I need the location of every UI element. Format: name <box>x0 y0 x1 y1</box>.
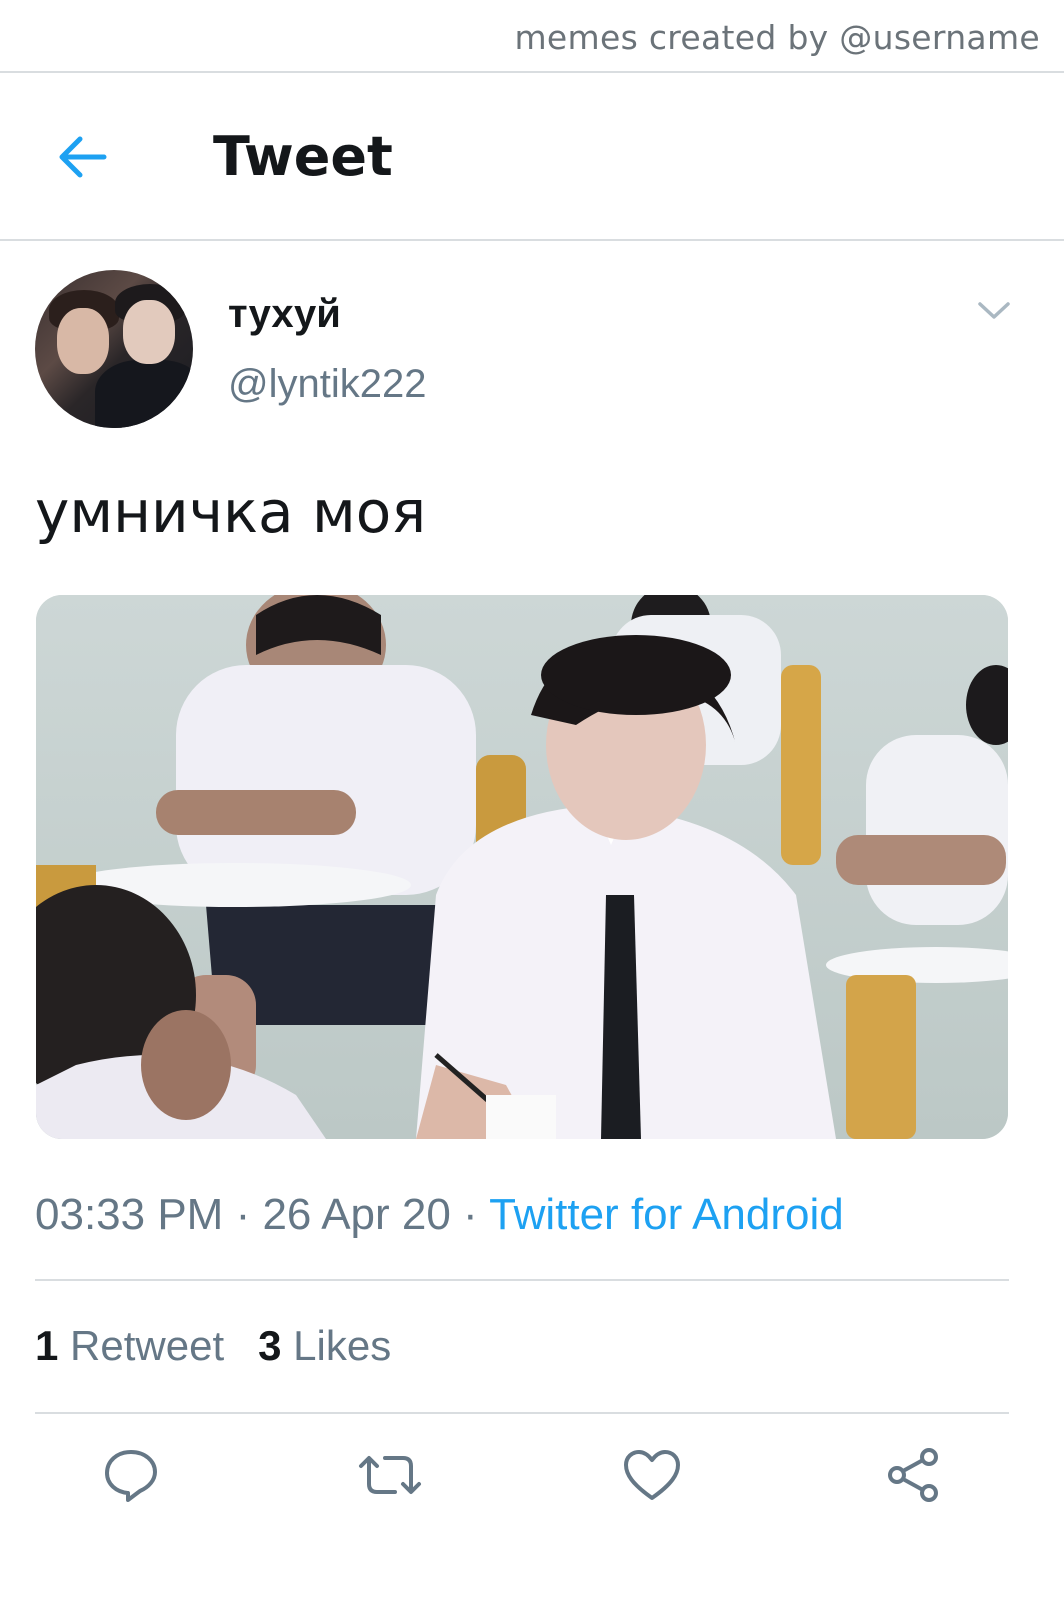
share-button[interactable] <box>878 1440 948 1510</box>
likes-label: Likes <box>293 1322 392 1369</box>
chevron-down-icon <box>978 302 1010 319</box>
likes-count: 3 <box>258 1322 282 1369</box>
tweet-meta: 03:33 PM · 26 Apr 20 · Twitter for Andro… <box>35 1190 844 1240</box>
watermark-bar: memes created by @username <box>0 0 1064 73</box>
heart-icon <box>624 1450 680 1500</box>
divider <box>35 1412 1009 1414</box>
tweet-action-bar <box>0 1440 1064 1520</box>
retweets-stat[interactable]: 1 Retweet <box>35 1322 224 1369</box>
tweet-options-button[interactable] <box>974 296 1014 326</box>
retweets-count: 1 <box>35 1322 59 1369</box>
author-display-name[interactable]: тухуй <box>228 292 341 337</box>
tweet-media-image[interactable] <box>36 595 1008 1139</box>
arrow-left-icon <box>59 136 107 178</box>
meta-separator: · <box>450 1190 490 1239</box>
tweet-date: 26 Apr 20 <box>262 1190 451 1239</box>
tweet-text: умничка моя <box>35 478 427 546</box>
top-app-bar: Tweet <box>0 73 1064 241</box>
share-icon <box>888 1448 938 1502</box>
retweet-button[interactable] <box>355 1440 425 1510</box>
tweet-time: 03:33 PM <box>35 1190 224 1239</box>
tweet-stats: 1 Retweet 3 Likes <box>35 1322 425 1370</box>
avatar[interactable] <box>35 270 193 428</box>
retweets-label: Retweet <box>70 1322 225 1369</box>
tweet-source-link[interactable]: Twitter for Android <box>489 1190 844 1239</box>
likes-stat[interactable]: 3 Likes <box>258 1322 391 1369</box>
page-title: Tweet <box>213 125 393 188</box>
like-button[interactable] <box>617 1440 687 1510</box>
tweet-detail-screen: memes created by @username Tweet тухуй @… <box>0 0 1064 1600</box>
divider <box>35 1279 1009 1281</box>
author-handle[interactable]: @lyntik222 <box>228 362 426 407</box>
reply-icon <box>105 1450 157 1502</box>
watermark-text: memes created by @username <box>514 18 1040 57</box>
back-button[interactable] <box>52 127 112 187</box>
retweet-icon <box>359 1456 421 1494</box>
reply-button[interactable] <box>96 1440 166 1510</box>
meta-separator: · <box>223 1190 263 1239</box>
